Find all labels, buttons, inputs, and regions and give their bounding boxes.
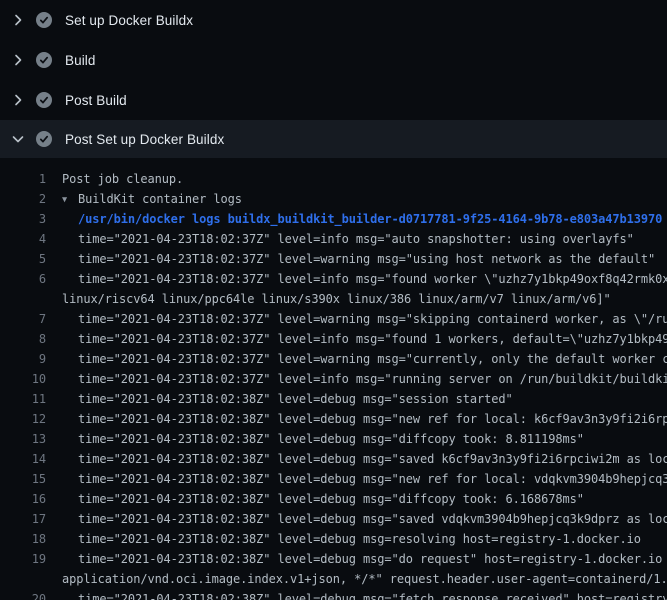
log-line-text: application/vnd.oci.image.index.v1+json,… [46,569,667,589]
log-line-text: time="2021-04-23T18:02:38Z" level=debug … [46,449,667,469]
log-line-text: ▼BuildKit container logs [46,189,242,209]
log-line-number[interactable]: 8 [0,329,46,349]
log-line-text: time="2021-04-23T18:02:37Z" level=info m… [46,229,634,249]
log-line-number[interactable]: 3 [0,209,46,229]
log-line-number[interactable]: 1 [0,169,46,189]
log-line-text: time="2021-04-23T18:02:37Z" level=warnin… [46,309,667,329]
log-line-number[interactable]: 10 [0,369,46,389]
log-line-number[interactable]: 12 [0,409,46,429]
log-line: 14 time="2021-04-23T18:02:38Z" level=deb… [0,449,667,469]
step-row[interactable]: Build [0,40,667,80]
log-line-number[interactable] [0,289,46,309]
check-circle-icon [36,52,52,68]
log-line: 17 time="2021-04-23T18:02:38Z" level=deb… [0,509,667,529]
log-line-text: time="2021-04-23T18:02:38Z" level=debug … [46,469,667,489]
log-line-number[interactable]: 7 [0,309,46,329]
step-label: Post Build [65,93,127,108]
log-line-number[interactable]: 18 [0,529,46,549]
check-circle-icon [36,12,52,28]
log-line-number[interactable]: 9 [0,349,46,369]
log-line-text: time="2021-04-23T18:02:37Z" level=warnin… [46,249,655,269]
log-line-number[interactable]: 14 [0,449,46,469]
log-line-text: /usr/bin/docker logs buildx_buildkit_bui… [46,209,662,229]
chevron-right-icon [10,52,26,68]
log-line-text: time="2021-04-23T18:02:37Z" level=warnin… [46,349,667,369]
log-line-text: time="2021-04-23T18:02:38Z" level=debug … [46,389,513,409]
steps-list: Set up Docker Buildx Build P [0,0,667,158]
log-area[interactable]: 1 Post job cleanup. 2 ▼BuildKit containe… [0,158,667,600]
log-line: 12 time="2021-04-23T18:02:38Z" level=deb… [0,409,667,429]
log-line: 3 /usr/bin/docker logs buildx_buildkit_b… [0,209,667,229]
log-line: 15 time="2021-04-23T18:02:38Z" level=deb… [0,469,667,489]
log-line-number[interactable]: 2 [0,189,46,209]
log-line-text: time="2021-04-23T18:02:38Z" level=debug … [46,589,667,600]
check-circle-icon [36,131,52,147]
step-row[interactable]: Set up Docker Buildx [0,0,667,40]
log-line: 4 time="2021-04-23T18:02:37Z" level=info… [0,229,667,249]
step-row[interactable]: Post Build [0,80,667,120]
step-label: Build [65,53,96,68]
log-line-number[interactable]: 5 [0,249,46,269]
log-line-number[interactable]: 6 [0,269,46,289]
step-row[interactable]: Post Set up Docker Buildx [0,120,667,158]
log-line: 13 time="2021-04-23T18:02:38Z" level=deb… [0,429,667,449]
log-line: linux/riscv64 linux/ppc64le linux/s390x … [0,289,667,309]
log-line-text: time="2021-04-23T18:02:38Z" level=debug … [46,489,584,509]
log-line-number[interactable]: 17 [0,509,46,529]
chevron-right-icon [10,12,26,28]
log-line-number[interactable]: 19 [0,549,46,569]
step-label: Set up Docker Buildx [65,13,193,28]
log-line: 20 time="2021-04-23T18:02:38Z" level=deb… [0,589,667,600]
chevron-down-icon [10,131,26,147]
log-line-number[interactable]: 13 [0,429,46,449]
log-line: 7 time="2021-04-23T18:02:37Z" level=warn… [0,309,667,329]
log-line-number[interactable]: 11 [0,389,46,409]
group-label[interactable]: BuildKit container logs [78,192,242,206]
log-line: 2 ▼BuildKit container logs [0,189,667,209]
log-line-text: linux/riscv64 linux/ppc64le linux/s390x … [46,289,611,309]
log-line: 5 time="2021-04-23T18:02:37Z" level=warn… [0,249,667,269]
log-line-text: time="2021-04-23T18:02:38Z" level=debug … [46,429,584,449]
log-line-text: time="2021-04-23T18:02:38Z" level=debug … [46,409,667,429]
chevron-right-icon [10,92,26,108]
log-line-text: Post job cleanup. [46,169,183,189]
log-line: 9 time="2021-04-23T18:02:37Z" level=warn… [0,349,667,369]
log-line-text: time="2021-04-23T18:02:38Z" level=debug … [46,509,667,529]
log-line: 1 Post job cleanup. [0,169,667,189]
log-line-number[interactable]: 20 [0,589,46,600]
log-line-text: time="2021-04-23T18:02:37Z" level=info m… [46,269,667,289]
log-line-text: time="2021-04-23T18:02:38Z" level=debug … [46,529,641,549]
log-line-number[interactable]: 16 [0,489,46,509]
log-line-text: time="2021-04-23T18:02:37Z" level=info m… [46,329,667,349]
log-line-text: time="2021-04-23T18:02:37Z" level=info m… [46,369,667,389]
log-line: 16 time="2021-04-23T18:02:38Z" level=deb… [0,489,667,509]
log-line-text: time="2021-04-23T18:02:38Z" level=debug … [46,549,667,569]
log-line-number[interactable]: 4 [0,229,46,249]
log-line: 6 time="2021-04-23T18:02:37Z" level=info… [0,269,667,289]
log-line: 10 time="2021-04-23T18:02:37Z" level=inf… [0,369,667,389]
log-line: 8 time="2021-04-23T18:02:37Z" level=info… [0,329,667,349]
group-toggle-icon[interactable]: ▼ [62,190,78,209]
step-label: Post Set up Docker Buildx [65,132,224,147]
log-line-number[interactable]: 15 [0,469,46,489]
log-line: 18 time="2021-04-23T18:02:38Z" level=deb… [0,529,667,549]
check-circle-icon [36,92,52,108]
log-line: application/vnd.oci.image.index.v1+json,… [0,569,667,589]
log-line-number[interactable] [0,569,46,589]
log-line: 19 time="2021-04-23T18:02:38Z" level=deb… [0,549,667,569]
log-line: 11 time="2021-04-23T18:02:38Z" level=deb… [0,389,667,409]
